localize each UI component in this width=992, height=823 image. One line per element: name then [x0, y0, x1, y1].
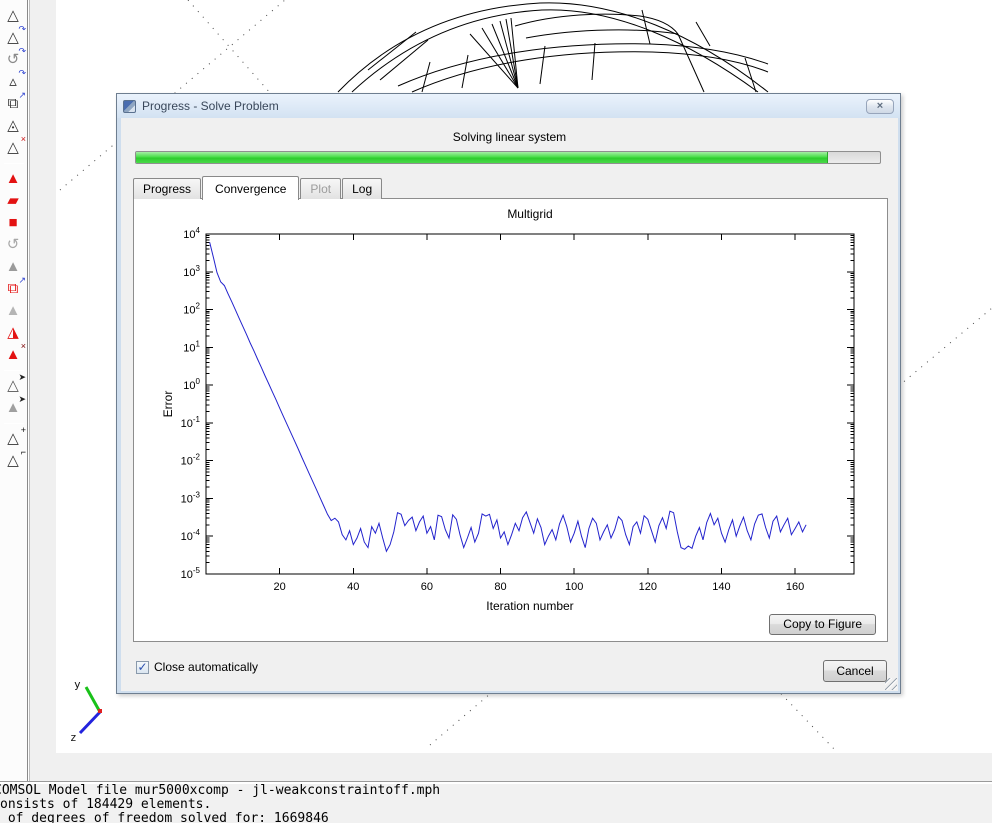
- svg-text:100: 100: [183, 377, 200, 392]
- progress-bar-fill: [136, 152, 828, 163]
- status-line: onsists of 184429 elements.: [0, 798, 992, 811]
- close-automatically-checkbox[interactable]: ✓: [136, 661, 149, 674]
- rotate-3d-overlay-icon: ↷: [18, 47, 26, 56]
- svg-text:60: 60: [421, 581, 433, 593]
- rotate-triangle-overlay-icon: ↷: [18, 25, 26, 34]
- draw-solid-polygon-button[interactable]: ▰: [0, 190, 26, 212]
- delete-entity-overlay-icon: ×: [21, 135, 26, 144]
- draw-solid-triangle-icon: ▲: [0, 168, 26, 190]
- rotate-3d-disabled-button[interactable]: ↺: [0, 234, 26, 256]
- progress-dialog: Progress - Solve Problem × Solving linea…: [116, 93, 901, 694]
- tab-convergence[interactable]: Convergence: [202, 176, 299, 200]
- select-triangle-overlay-icon: ➤: [18, 373, 26, 382]
- tab-log[interactable]: Log: [342, 178, 382, 199]
- solver-progress-bar: [135, 151, 881, 164]
- convergence-chart: 20 40 60 80 100 120 140 160 104 103 102 101 100 10-1 1…: [134, 223, 889, 623]
- convergence-panel: Multigrid 20 40 60 80 100 120 140 160 104 103 102 1…: [133, 198, 888, 642]
- draw-solid-square-icon: ■: [0, 212, 26, 234]
- coordinate-triad: [80, 687, 102, 733]
- split-triangle-overlay-icon: ⌐: [21, 448, 26, 457]
- svg-text:40: 40: [347, 581, 359, 593]
- tab-progress[interactable]: Progress: [133, 178, 201, 199]
- svg-text:102: 102: [183, 302, 200, 317]
- svg-text:10-2: 10-2: [181, 453, 201, 468]
- z-axis-label: z: [70, 731, 77, 744]
- svg-text:101: 101: [183, 339, 200, 354]
- draw-solid-square-button[interactable]: ■: [0, 212, 26, 234]
- svg-text:104: 104: [183, 226, 200, 241]
- tab-plot: Plot: [300, 178, 341, 199]
- svg-text:103: 103: [183, 264, 200, 279]
- toolbar-gutter: [29, 0, 56, 781]
- close-button[interactable]: ×: [866, 99, 894, 114]
- draw-solid-polygon-icon: ▰: [0, 190, 26, 212]
- canvas-bottom-strip: [56, 753, 992, 781]
- status-line: of degrees of freedom solved for: 166984…: [0, 812, 992, 823]
- delete-solid-button[interactable]: ▲×: [0, 344, 26, 366]
- draw-toolbar: △△↷↺↷▵↷⧉↗◬△×▲▰■↺▲⧉↗▲◮▲×△➤▲➤△+△⌐: [0, 0, 28, 781]
- svg-text:10-1: 10-1: [181, 415, 201, 430]
- split-triangle-button[interactable]: △⌐: [0, 450, 26, 472]
- copy-solid-overlay-icon: ↗: [18, 276, 26, 285]
- rotate-3d-disabled-icon: ↺: [0, 234, 26, 256]
- toolbar-separator: [4, 370, 24, 371]
- svg-text:10-4: 10-4: [181, 528, 201, 543]
- status-line: COMSOL Model file mur5000xcomp - jl-weak…: [0, 784, 992, 797]
- svg-text:100: 100: [565, 581, 583, 593]
- union-gray-triangle-icon: ▲: [0, 300, 26, 322]
- svg-text:10-3: 10-3: [181, 490, 201, 505]
- toolbar-separator: [4, 423, 24, 424]
- union-gray-triangle-button[interactable]: ▲: [0, 300, 26, 322]
- svg-text:Iteration number: Iteration number: [486, 599, 573, 613]
- select-solid-triangle-button[interactable]: ▲➤: [0, 397, 26, 419]
- statusbar-divider: [0, 781, 992, 783]
- comsol-logo-icon: [123, 100, 136, 113]
- add-vertex-triangle-overlay-icon: +: [21, 426, 26, 435]
- solver-status-text: Solving linear system: [121, 130, 898, 144]
- copy-paste-button[interactable]: ⧉↗: [0, 93, 26, 115]
- svg-text:10-5: 10-5: [181, 566, 201, 581]
- close-automatically-label: Close automatically: [154, 660, 258, 674]
- draw-solid-triangle-button[interactable]: ▲: [0, 168, 26, 190]
- cancel-button[interactable]: Cancel: [823, 660, 887, 682]
- delete-entity-button[interactable]: △×: [0, 137, 26, 159]
- svg-text:20: 20: [274, 581, 286, 593]
- model-wireframe: [338, 3, 768, 92]
- copy-to-figure-button[interactable]: Copy to Figure: [769, 614, 876, 635]
- dialog-tabs: Progress Convergence Plot Log: [133, 176, 383, 199]
- svg-text:160: 160: [786, 581, 804, 593]
- dialog-client-area: Solving linear system Progress Convergen…: [121, 118, 898, 691]
- dialog-title: Progress - Solve Problem: [136, 99, 866, 113]
- svg-text:140: 140: [712, 581, 730, 593]
- application-window: △△↷↺↷▵↷⧉↗◬△×▲▰■↺▲⧉↗▲◮▲×△➤▲➤△+△⌐: [0, 0, 992, 823]
- delete-solid-overlay-icon: ×: [21, 342, 26, 351]
- svg-text:80: 80: [494, 581, 506, 593]
- svg-text:Error: Error: [161, 391, 175, 418]
- plot-title: Multigrid: [206, 207, 854, 221]
- copy-solid-button[interactable]: ⧉↗: [0, 278, 26, 300]
- toolbar-separator: [4, 163, 24, 164]
- y-axis-label: y: [74, 678, 81, 691]
- revolve-triangle-overlay-icon: ↷: [18, 69, 26, 78]
- select-solid-triangle-overlay-icon: ➤: [18, 395, 26, 404]
- dialog-titlebar[interactable]: Progress - Solve Problem ×: [117, 94, 900, 118]
- close-automatically-option[interactable]: ✓ Close automatically: [136, 660, 258, 674]
- svg-text:120: 120: [639, 581, 657, 593]
- resize-grip[interactable]: [885, 678, 897, 690]
- copy-paste-overlay-icon: ↗: [18, 91, 26, 100]
- status-log: COMSOL Model file mur5000xcomp - jl-weak…: [0, 784, 992, 823]
